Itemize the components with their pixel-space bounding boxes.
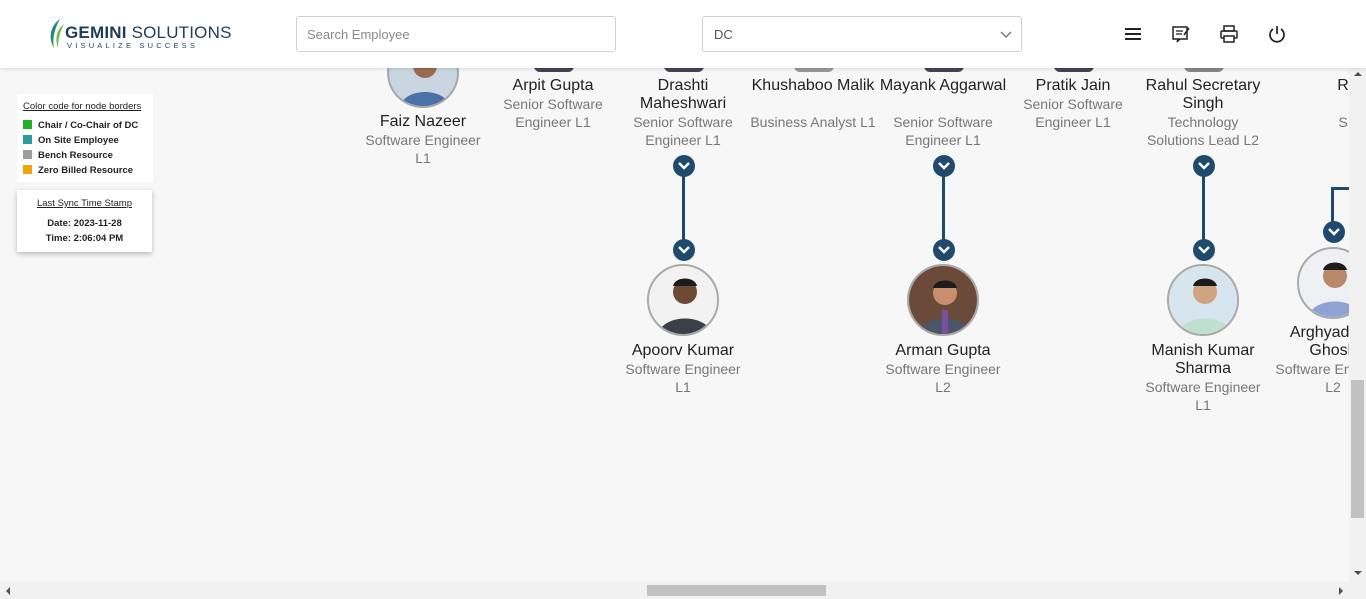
chevron-down-icon xyxy=(678,246,690,254)
employee-name[interactable]: Mayank Aggarwal xyxy=(878,77,1008,95)
sync-title: Last Sync Time Stamp xyxy=(36,198,133,209)
legend-item: Zero Billed Resource xyxy=(23,165,133,177)
legend-swatch-orange xyxy=(23,165,32,174)
expand-button[interactable] xyxy=(1323,221,1345,243)
collapse-button[interactable] xyxy=(673,155,695,177)
employee-name[interactable]: Pratik Jain xyxy=(1008,77,1138,95)
header: GEMINI SOLUTIONS VISUALIZE SUCCESS DC xyxy=(0,0,1366,68)
print-icon[interactable] xyxy=(1219,24,1239,44)
scroll-left-arrow-icon[interactable] xyxy=(4,586,12,596)
connector-line xyxy=(682,176,685,240)
employee-role: Technology Solutions Lead L2 xyxy=(1146,114,1260,148)
legend-item: Chair / Co-Chair of DC xyxy=(23,120,138,132)
employee-name[interactable]: Khushaboo Malik xyxy=(748,77,878,95)
employee-role-partial: Software Engineer L2 xyxy=(1275,361,1349,395)
chevron-down-icon xyxy=(1328,228,1340,236)
sync-time: Time: 2:06:04 PM xyxy=(45,233,124,244)
employee-role: Senior Software Engineer L1 xyxy=(893,114,993,148)
scroll-down-arrow-icon[interactable] xyxy=(1353,569,1363,577)
employee-role: Business Analyst L1 xyxy=(750,114,876,130)
employee-role: Software Engineer L2 xyxy=(885,361,1001,395)
chevron-down-icon xyxy=(1198,246,1210,254)
connector-line xyxy=(1331,187,1334,222)
horizontal-scrollbar-thumb[interactable] xyxy=(647,585,826,596)
employee-name[interactable]: Drashti Maheshwari xyxy=(618,77,748,113)
expand-button[interactable] xyxy=(933,239,955,261)
department-select[interactable]: DC xyxy=(702,16,1022,52)
collapse-button[interactable] xyxy=(1193,155,1215,177)
legend-item: Bench Resource xyxy=(23,150,113,162)
employee-role: Senior Software Engineer L1 xyxy=(1023,96,1123,130)
last-sync-panel: Last Sync Time Stamp Date: 2023-11-28 Ti… xyxy=(17,190,152,252)
employee-name[interactable]: Rahul Secretary Singh xyxy=(1138,77,1268,113)
chevron-down-icon xyxy=(938,162,950,170)
report-icon[interactable] xyxy=(1171,24,1191,44)
company-logo[interactable]: GEMINI SOLUTIONS VISUALIZE SUCCESS xyxy=(46,18,231,50)
menu-icon[interactable] xyxy=(1123,24,1143,44)
scroll-right-arrow-icon[interactable] xyxy=(1337,586,1345,596)
chevron-down-icon xyxy=(938,246,950,254)
employee-avatar[interactable] xyxy=(647,264,719,336)
chevron-down-icon xyxy=(1000,31,1012,38)
partial-node-clip: Arghyadeep Ghosh Software Engineer L2 xyxy=(1270,300,1349,420)
employee-name[interactable]: Faiz Nazeer xyxy=(358,113,488,131)
logo-tagline: VISUALIZE SUCCESS xyxy=(67,41,199,50)
connector-line xyxy=(1331,187,1349,190)
node-border-legend: Color code for node borders Chair / Co-C… xyxy=(17,94,153,182)
vertical-scrollbar-thumb[interactable] xyxy=(1351,380,1364,518)
sync-date: Date: 2023-11-28 xyxy=(47,218,122,229)
employee-name[interactable]: Arman Gupta xyxy=(878,342,1008,360)
employee-role: Software Engineer L1 xyxy=(1145,379,1261,413)
legend-swatch-teal xyxy=(23,135,32,144)
employee-role: Software Engineer L1 xyxy=(365,132,481,166)
legend-item: On Site Employee xyxy=(23,135,119,147)
employee-role: Senior Software Engineer L1 xyxy=(633,114,733,148)
collapse-button[interactable] xyxy=(933,155,955,177)
legend-title: Color code for node borders xyxy=(23,101,142,112)
chevron-down-icon xyxy=(678,162,690,170)
chevron-down-icon xyxy=(1198,162,1210,170)
connector-line xyxy=(1202,176,1205,240)
scroll-up-arrow-icon[interactable] xyxy=(1353,70,1363,78)
expand-button[interactable] xyxy=(1193,239,1215,261)
legend-swatch-gray xyxy=(23,150,32,159)
employee-avatar[interactable] xyxy=(1167,264,1239,336)
department-select-value: DC xyxy=(714,27,733,42)
employee-role: Senior Software Engineer L1 xyxy=(503,96,603,130)
employee-name[interactable]: Manish Kumar Sharma xyxy=(1138,342,1268,378)
employee-name[interactable]: Arpit Gupta xyxy=(488,77,618,95)
employee-name[interactable]: Apoorv Kumar xyxy=(618,342,748,360)
logo-name: GEMINI SOLUTIONS xyxy=(65,23,232,42)
search-employee-input[interactable] xyxy=(296,16,616,52)
power-icon[interactable] xyxy=(1267,24,1287,44)
connector-line xyxy=(942,176,945,240)
employee-avatar[interactable] xyxy=(907,264,979,336)
expand-button[interactable] xyxy=(673,239,695,261)
employee-role: Software Engineer L1 xyxy=(625,361,741,395)
employee-name-partial[interactable]: Arghyadeep Ghosh xyxy=(1270,324,1349,360)
legend-swatch-green xyxy=(23,120,32,129)
